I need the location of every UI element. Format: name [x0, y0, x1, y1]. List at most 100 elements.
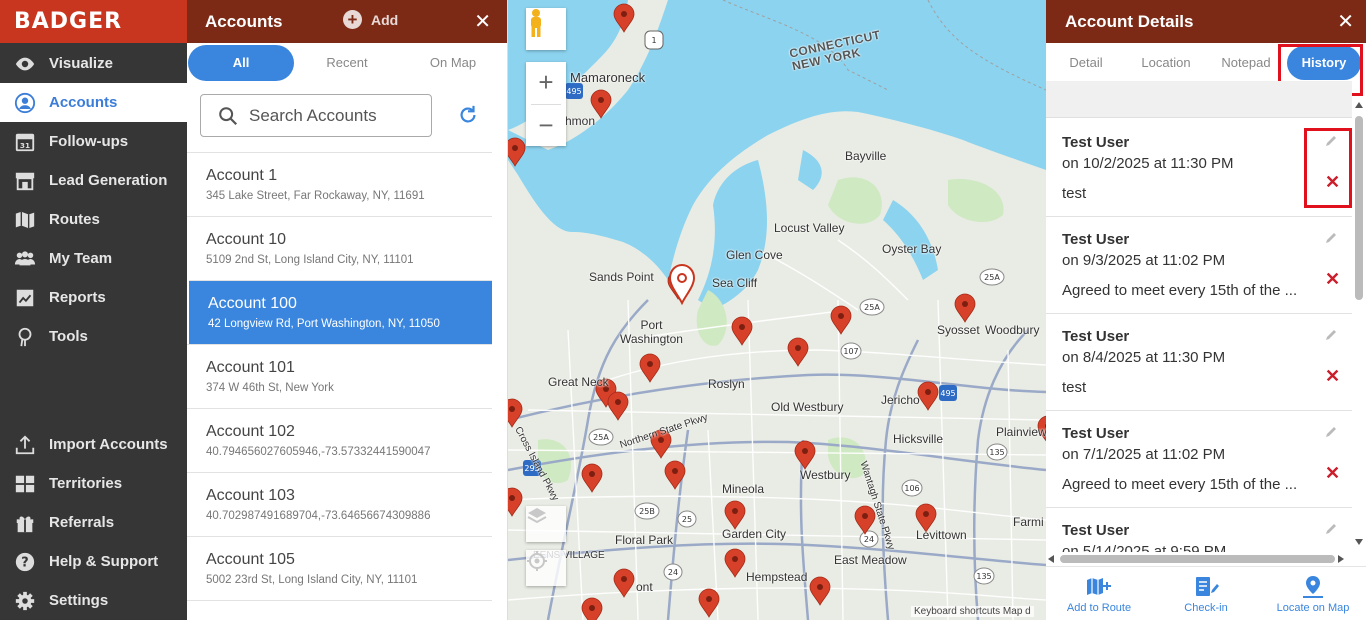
sidebar-item-reports[interactable]: Reports: [0, 278, 187, 317]
svg-text:25A: 25A: [864, 303, 880, 312]
sidebar-item-visualize[interactable]: Visualize: [0, 44, 187, 83]
gift-icon: [12, 512, 38, 534]
help-icon: ?: [12, 551, 38, 573]
zoom-in-button[interactable]: +: [526, 62, 566, 104]
account-row[interactable]: Account 103 40.702987491689704,-73.64656…: [187, 472, 492, 536]
account-address: 40.794656027605946,-73.57332441590047: [206, 446, 431, 458]
tab-all[interactable]: All: [188, 45, 294, 81]
pencil-icon[interactable]: [1324, 425, 1338, 439]
map-marker[interactable]: [508, 398, 523, 428]
map-marker-dot: [672, 468, 678, 474]
account-row[interactable]: Account 105 5002 23rd St, Long Island Ci…: [187, 536, 492, 600]
pencil-icon[interactable]: [1324, 328, 1338, 342]
account-name: Account 100: [208, 295, 297, 312]
refresh-icon[interactable]: [457, 104, 479, 126]
map-marker[interactable]: [724, 548, 746, 578]
map-label-woodbury: Woodbury: [985, 323, 1040, 337]
sidebar-item-label: Territories: [49, 475, 123, 492]
history-user: Test User: [1062, 231, 1130, 248]
sidebar-item-follow-ups[interactable]: 31 Follow-ups: [0, 122, 187, 161]
accounts-title: Accounts: [205, 11, 283, 31]
map-label-hempstead: Hempstead: [746, 570, 808, 584]
zoom-out-button[interactable]: −: [526, 104, 566, 146]
tab-detail[interactable]: Detail: [1046, 46, 1126, 80]
sidebar-item-tools[interactable]: Tools: [0, 317, 187, 356]
locate-on-map-button[interactable]: Locate on Map: [1263, 575, 1363, 614]
sidebar-item-settings[interactable]: Settings: [0, 581, 187, 620]
map-marker[interactable]: [724, 500, 746, 530]
map-marker-dot: [509, 406, 515, 412]
account-row[interactable]: Account 102 40.794656027605946,-73.57332…: [187, 408, 492, 472]
tab-notepad[interactable]: Notepad: [1206, 46, 1286, 80]
map-label-syosset: Syosset: [937, 323, 980, 337]
sidebar-item-routes[interactable]: Routes: [0, 200, 187, 239]
pencil-icon[interactable]: [1324, 231, 1338, 245]
close-icon[interactable]: ✕: [474, 9, 491, 34]
map-label-roslyn: Roslyn: [708, 377, 745, 391]
sidebar-item-lead-generation[interactable]: Lead Generation: [0, 161, 187, 200]
account-row[interactable]: Account 1 345 Lake Street, Far Rockaway,…: [187, 152, 492, 216]
map-label-jericho: Jericho: [881, 393, 920, 407]
map-label-glen-cove: Glen Cove: [726, 248, 783, 262]
map-label-sea-cliff: Sea Cliff: [712, 276, 758, 290]
history-item: Test User on 8/4/2025 at 11:30 PM test ✕: [1046, 314, 1352, 411]
sidebar-item-territories[interactable]: Territories: [0, 464, 187, 503]
street-view-pegman-button[interactable]: [526, 8, 566, 50]
tab-recent[interactable]: Recent: [294, 45, 400, 81]
add-to-route-button[interactable]: Add to Route: [1049, 575, 1149, 614]
map-marker[interactable]: [698, 588, 720, 618]
map-marker[interactable]: [508, 487, 523, 517]
map-marker[interactable]: [917, 381, 939, 411]
account-row-partial[interactable]: [187, 600, 492, 620]
map-marker-dot: [589, 471, 595, 477]
account-row-selected[interactable]: Account 100 42 Longview Rd, Port Washing…: [189, 280, 492, 344]
delete-x-icon[interactable]: ✕: [1325, 269, 1340, 290]
map-marker[interactable]: [581, 463, 603, 493]
history-note: test: [1062, 185, 1087, 202]
sidebar-item-label: Help & Support: [49, 553, 159, 570]
delete-x-icon[interactable]: ✕: [1325, 463, 1340, 484]
search-input[interactable]: [249, 105, 429, 126]
sidebar-item-referrals[interactable]: Referrals: [0, 503, 187, 542]
search-box[interactable]: [200, 94, 432, 137]
sidebar-item-accounts[interactable]: Accounts: [0, 83, 187, 122]
account-row[interactable]: Account 10 5109 2nd St, Long Island City…: [187, 216, 492, 280]
history-user: Test User: [1062, 522, 1130, 539]
map-label-hmon: hmon: [565, 114, 596, 128]
account-row[interactable]: Account 101 374 W 46th St, New York: [187, 344, 492, 408]
map-marker[interactable]: [830, 305, 852, 335]
map-marker[interactable]: [607, 391, 629, 421]
svg-text:106: 106: [904, 484, 919, 493]
map-marker[interactable]: [809, 576, 831, 606]
map-label-farmi: Farmi: [1013, 515, 1044, 529]
map-marker[interactable]: [794, 440, 816, 470]
map-marker-dot: [817, 584, 823, 590]
add-account-button[interactable]: + Add: [343, 10, 398, 29]
tab-location[interactable]: Location: [1126, 46, 1206, 80]
footer-label: Add to Route: [1066, 602, 1132, 614]
layers-button[interactable]: [526, 506, 566, 542]
map-marker[interactable]: [787, 337, 809, 367]
tab-on-map[interactable]: On Map: [400, 45, 506, 81]
pencil-icon[interactable]: [1324, 522, 1338, 536]
map-marker[interactable]: [639, 353, 661, 383]
sidebar-item-import-accounts[interactable]: Import Accounts: [0, 425, 187, 464]
history-horizontal-scrollbar[interactable]: [1046, 552, 1352, 566]
selected-map-marker[interactable]: [668, 263, 696, 306]
close-icon[interactable]: ✕: [1337, 9, 1354, 34]
map-marker-dot: [598, 97, 604, 103]
sidebar-item-help-support[interactable]: ? Help & Support: [0, 542, 187, 581]
delete-x-icon[interactable]: ✕: [1325, 366, 1340, 387]
map-attribution[interactable]: Keyboard shortcuts Map d: [911, 606, 1034, 617]
my-location-button[interactable]: [526, 550, 566, 586]
sidebar-item-my-team[interactable]: My Team: [0, 239, 187, 278]
map[interactable]: 1 25A 25A 25A 107 495 295 25B 25 24 24 1…: [508, 0, 1046, 620]
map-marker[interactable]: [954, 293, 976, 323]
check-in-button[interactable]: Check-in: [1156, 575, 1256, 614]
map-marker-dot: [615, 399, 621, 405]
history-vertical-scrollbar[interactable]: [1352, 96, 1366, 552]
map-label-mamaroneck: Mamaroneck: [570, 70, 646, 85]
map-label-oyster-bay: Oyster Bay: [882, 242, 942, 256]
badger-logo[interactable]: BADGER: [14, 9, 122, 34]
account-name: Account 105: [206, 551, 295, 568]
